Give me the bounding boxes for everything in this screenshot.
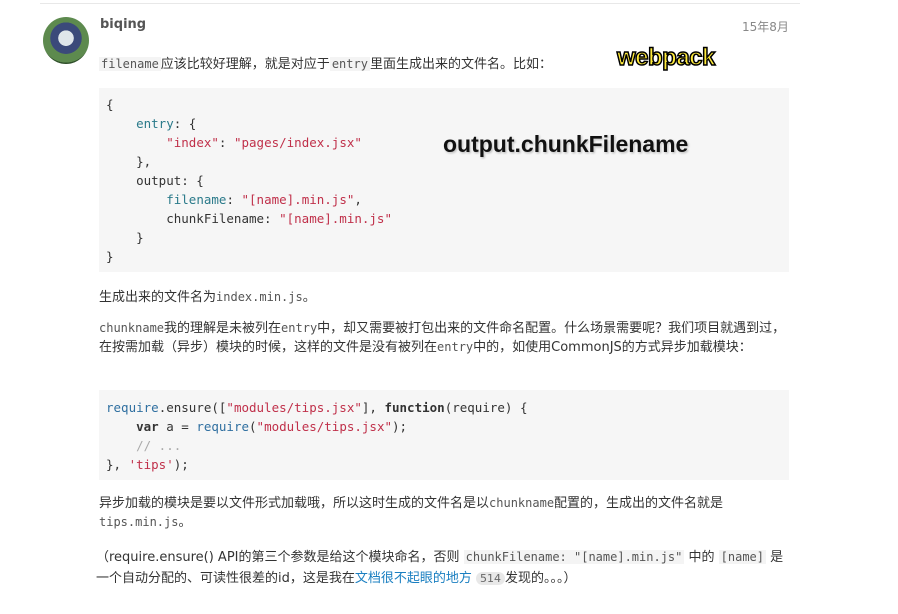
code-line: }, 'tips');	[106, 455, 789, 474]
text: 应该比较好理解，就是对应于	[160, 57, 330, 72]
author-name[interactable]: biqing	[100, 17, 146, 32]
text: 发现的。。。）	[505, 571, 577, 586]
code-token: }	[106, 230, 144, 245]
chunk-filename-overlay-label: output.chunkFilename	[443, 131, 689, 157]
code-token: :	[218, 135, 234, 150]
code-token: "[name].min.js"	[241, 192, 355, 207]
code-line: var a = require("modules/tips.jsx");	[106, 417, 789, 436]
code-token: "index"	[166, 135, 219, 150]
code-token: }	[106, 249, 114, 264]
comment-date: 15年8月	[742, 20, 789, 34]
code-line: filename: "[name].min.js",	[106, 190, 789, 209]
inline-code: [name]	[718, 550, 767, 564]
code-token: "modules/tips.jsx"	[226, 400, 362, 415]
code-token: : {	[173, 116, 197, 131]
paragraph-4: 异步加载的模块是要以文件形式加载哦，所以这时生成的文件名是以chunkname配…	[99, 494, 789, 532]
text: 。	[302, 290, 316, 305]
paragraph-5: （require.ensure() API的第三个参数是给这个模块命名，否则 c…	[96, 547, 786, 589]
code-token: {	[106, 97, 114, 112]
code-token: :	[226, 192, 242, 207]
code-token: },	[106, 457, 129, 472]
code-line: {	[106, 95, 789, 114]
text: 生成出来的文件名为	[99, 290, 217, 305]
code-line: }	[106, 228, 789, 247]
code-line: // ...	[106, 436, 789, 455]
code-token: "[name].min.js"	[279, 211, 392, 226]
paragraph-3: chunkname我的理解是未被列在entry中，却又需要被打包出来的文件命名配…	[99, 319, 789, 357]
code-token: ],	[361, 400, 385, 415]
code-line: output: {	[106, 171, 789, 190]
code-token: function	[384, 400, 445, 415]
text: 。	[178, 515, 192, 530]
code-token: entry	[136, 116, 174, 131]
code-token: );	[392, 419, 408, 434]
code-token: );	[173, 457, 189, 472]
text: 里面生成出来的文件名。比如：	[369, 57, 552, 72]
code-token: // ...	[136, 438, 182, 453]
code-token: output: {	[106, 173, 204, 188]
code-line: chunkFilename: "[name].min.js"	[106, 209, 789, 228]
inline-code: entry	[437, 340, 474, 354]
inline-code: entry	[281, 321, 318, 335]
code-token: },	[106, 154, 152, 169]
line-number-badge: 514	[476, 572, 506, 585]
code-token: filename	[166, 192, 227, 207]
code-block-config: { entry: { "index": "pages/index.jsx" },…	[99, 88, 789, 272]
text: 我的理解是未被列在	[164, 321, 282, 336]
paragraph-2: 生成出来的文件名为index.min.js。	[99, 288, 789, 307]
text: 中的，如使用CommonJS的方式异步加载模块：	[473, 340, 752, 355]
text: （require.ensure() API的第三个参数是给这个模块命名，否则	[96, 550, 464, 565]
code-token: var	[136, 419, 159, 434]
docs-link[interactable]: 文档很不起眼的地方	[355, 571, 472, 586]
code-token: require	[196, 419, 250, 434]
code-token: "modules/tips.jsx"	[256, 419, 393, 434]
inline-code: filename	[99, 57, 161, 71]
webpack-overlay-label: webpack	[616, 43, 716, 72]
inline-code: index.min.js	[216, 290, 303, 304]
inline-code: chunkFilename: "[name].min.js"	[463, 550, 685, 564]
code-token: (require) {	[444, 400, 528, 415]
code-block-require-ensure: require.ensure(["modules/tips.jsx"], fun…	[99, 390, 789, 480]
inline-code: chunkname	[489, 496, 555, 510]
text: 配置的，生成出的文件名就是	[554, 496, 724, 511]
code-line: }	[106, 247, 789, 266]
code-token: ,	[354, 192, 362, 207]
divider	[40, 3, 800, 4]
code-line: require.ensure(["modules/tips.jsx"], fun…	[106, 398, 789, 417]
code-token: 'tips'	[128, 457, 174, 472]
avatar[interactable]	[43, 17, 89, 64]
code-token: a =	[158, 419, 197, 434]
text: 异步加载的模块是要以文件形式加载哦，所以这时生成的文件名是以	[99, 496, 490, 511]
inline-code: tips.min.js	[99, 515, 179, 529]
text: 中的	[684, 550, 719, 565]
inline-code: entry	[329, 57, 370, 71]
code-token: chunkFilename:	[106, 211, 280, 226]
code-token: "pages/index.jsx"	[233, 135, 362, 150]
inline-code: chunkname	[99, 321, 165, 335]
code-token: (	[249, 419, 257, 434]
code-token: .ensure([	[158, 400, 227, 415]
code-token: require	[106, 400, 159, 415]
